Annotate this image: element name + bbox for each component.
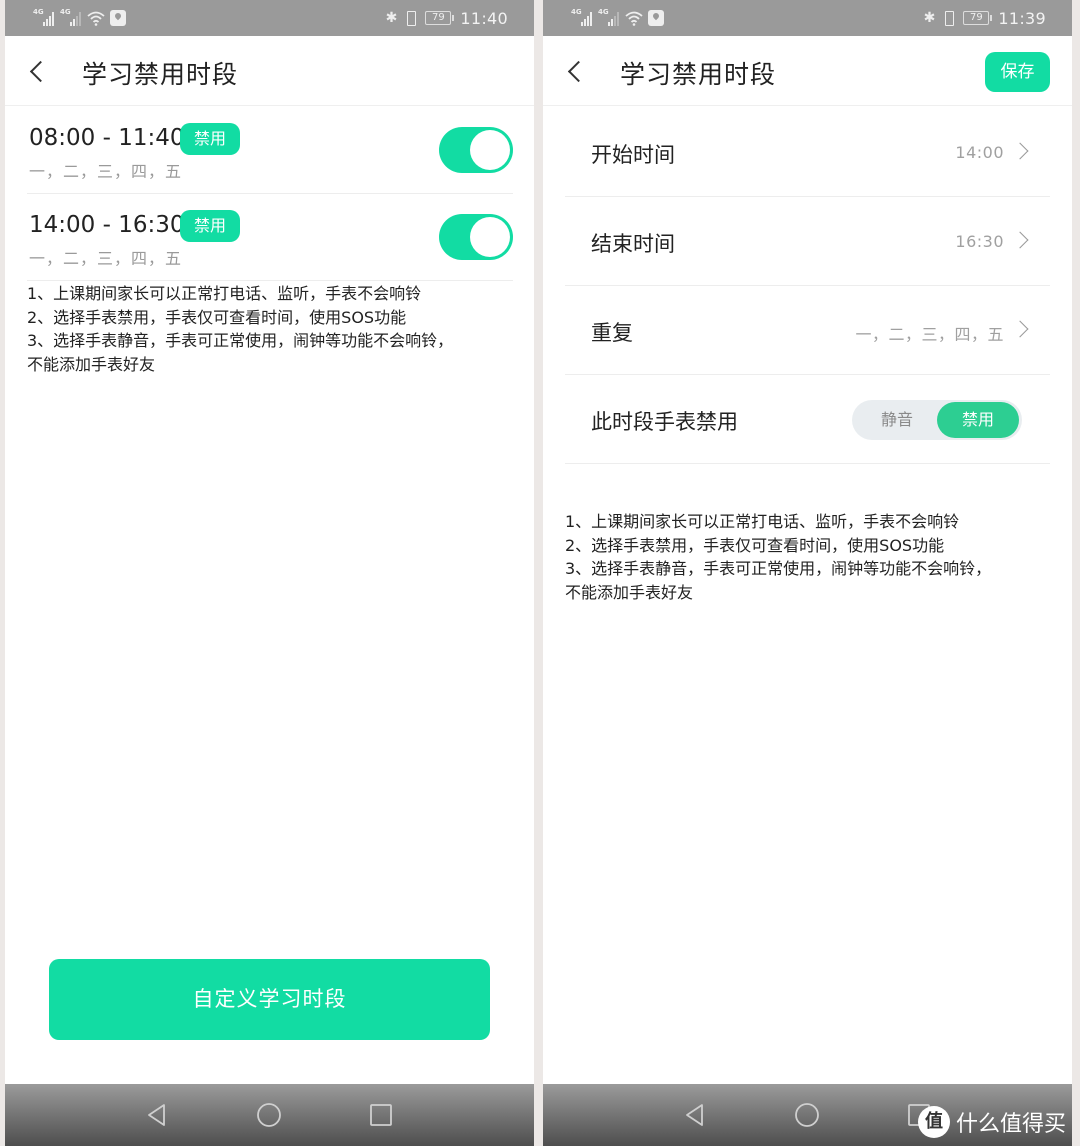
note-line: 2、选择手表禁用，手表仅可查看时间，使用SOS功能 <box>565 535 945 555</box>
nav-back-icon[interactable] <box>144 1102 170 1128</box>
row-label: 重复 <box>591 321 633 345</box>
vibrate-icon <box>403 10 419 26</box>
note-line: 不能添加手表好友 <box>565 582 694 602</box>
right-screen: 4G 4G ✱ 79 11:39 学习禁用时段 保存 开始时间 14:00 结束… <box>543 0 1072 1146</box>
slot-days: 一，二，三，四，五 <box>29 249 183 268</box>
status-badge: 禁用 <box>180 210 240 242</box>
signal-icon: 4G <box>33 8 55 26</box>
signal-icon: 4G <box>571 8 593 26</box>
signal-icon: 4G <box>598 8 620 26</box>
custom-study-period-button[interactable]: 自定义学习时段 <box>49 959 490 1040</box>
bluetooth-icon: ✱ <box>923 10 936 26</box>
repeat-days-value: 一，二，三，四，五 <box>855 325 1004 344</box>
slot-enable-toggle[interactable] <box>439 214 513 260</box>
start-time-row[interactable]: 开始时间 14:00 <box>565 108 1050 197</box>
back-button[interactable] <box>27 56 47 86</box>
page-title: 学习禁用时段 <box>620 60 777 89</box>
app-header: 学习禁用时段 保存 <box>543 36 1072 106</box>
signal-icon: 4G <box>60 8 82 26</box>
back-button[interactable] <box>565 56 585 86</box>
mode-segmented-control[interactable]: 静音 禁用 <box>852 400 1022 440</box>
watermark-text: 什么值得买 <box>955 1112 1066 1137</box>
chevron-right-icon <box>1011 320 1029 338</box>
vibrate-icon <box>941 10 957 26</box>
mode-option-mute[interactable]: 静音 <box>856 402 938 438</box>
chevron-right-icon <box>1011 142 1029 160</box>
row-label: 此时段手表禁用 <box>591 410 738 434</box>
slot-time-range: 14:00 - 16:30 <box>29 212 185 238</box>
status-bar: 4G 4G ✱ 79 11:39 <box>543 0 1072 36</box>
page-title: 学习禁用时段 <box>82 60 239 89</box>
slot-days: 一，二，三，四，五 <box>29 162 183 181</box>
app-header: 学习禁用时段 <box>5 36 534 106</box>
start-time-value: 14:00 <box>955 143 1004 162</box>
slot-enable-toggle[interactable] <box>439 127 513 173</box>
app-notification-icon <box>648 10 664 26</box>
app-notification-icon <box>110 10 126 26</box>
battery-icon: 79 <box>963 11 993 25</box>
nav-home-icon[interactable] <box>256 1102 282 1128</box>
system-nav-bar: 值 什么值得买 <box>543 1084 1072 1146</box>
wifi-icon <box>87 10 105 26</box>
battery-icon: 79 <box>425 11 455 25</box>
nav-recent-icon[interactable] <box>368 1102 394 1128</box>
note-line: 3、选择手表静音，手表可正常使用，闹钟等功能不会响铃， <box>565 559 992 578</box>
mode-option-disable[interactable]: 禁用 <box>937 402 1019 438</box>
watermark-logo-icon: 值 <box>917 1106 950 1138</box>
row-label: 结束时间 <box>591 232 675 256</box>
end-time-row[interactable]: 结束时间 16:30 <box>565 197 1050 286</box>
note-line: 3、选择手表静音，手表可正常使用，闹钟等功能不会响铃， <box>27 331 454 350</box>
save-button[interactable]: 保存 <box>985 52 1050 92</box>
clock: 11:39 <box>998 8 1046 28</box>
row-label: 开始时间 <box>591 143 675 167</box>
note-line: 1、上课期间家长可以正常打电话、监听，手表不会响铃 <box>565 512 960 531</box>
nav-back-icon[interactable] <box>682 1102 708 1128</box>
end-time-value: 16:30 <box>955 232 1004 251</box>
slot-time-range: 08:00 - 11:40 <box>29 125 185 151</box>
status-bar: 4G 4G ✱ 79 11:40 <box>5 0 534 36</box>
clock: 11:40 <box>460 8 508 28</box>
nav-home-icon[interactable] <box>794 1102 820 1128</box>
left-screen: 4G 4G ✱ 79 11:40 学习禁用时段 08:00 - 11:40 禁用… <box>5 0 534 1146</box>
notes-text: 1、上课期间家长可以正常打电话、监听，手表不会响铃 2、选择手表禁用，手表仅可查… <box>27 282 453 376</box>
watermark: 值 什么值得买 <box>917 1106 1066 1138</box>
mode-row: 此时段手表禁用 静音 禁用 <box>565 375 1050 464</box>
repeat-row[interactable]: 重复 一，二，三，四，五 <box>565 286 1050 375</box>
time-slot-item[interactable]: 14:00 - 16:30 禁用 一，二，三，四，五 <box>27 194 513 281</box>
chevron-right-icon <box>1011 231 1029 249</box>
system-nav-bar <box>5 1084 534 1146</box>
time-slot-item[interactable]: 08:00 - 11:40 禁用 一，二，三，四，五 <box>27 107 513 194</box>
status-badge: 禁用 <box>180 123 240 155</box>
note-line: 1、上课期间家长可以正常打电话、监听，手表不会响铃 <box>27 284 422 303</box>
wifi-icon <box>625 10 643 26</box>
bluetooth-icon: ✱ <box>385 10 398 26</box>
note-line: 2、选择手表禁用，手表仅可查看时间，使用SOS功能 <box>27 307 407 327</box>
note-line: 不能添加手表好友 <box>27 354 156 374</box>
notes-text: 1、上课期间家长可以正常打电话、监听，手表不会响铃 2、选择手表禁用，手表仅可查… <box>565 510 991 604</box>
